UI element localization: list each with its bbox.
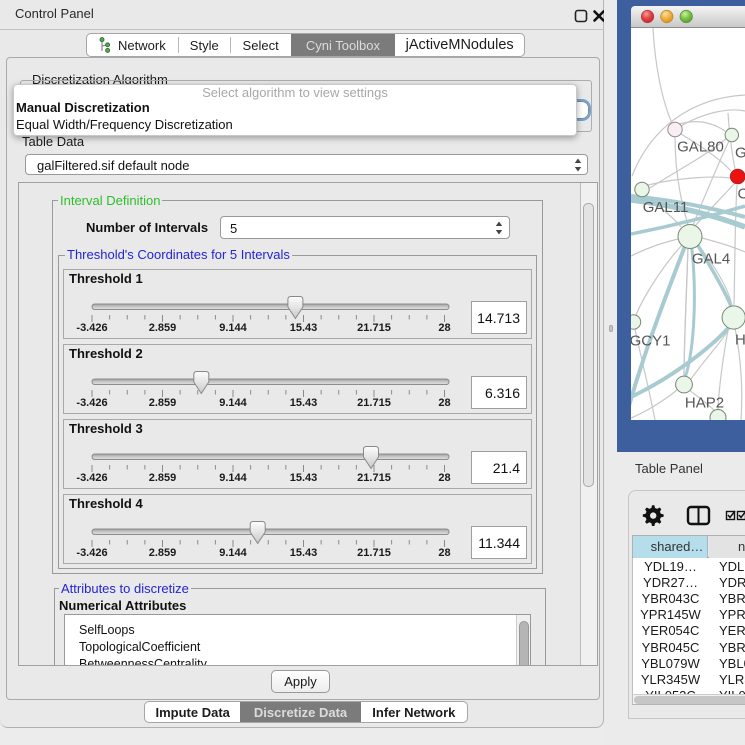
svg-text:2.859: 2.859 [149,397,177,409]
svg-text:GAL4: GAL4 [692,251,730,268]
svg-text:-3.426: -3.426 [76,397,107,409]
svg-text:HIS5: HIS5 [735,332,745,349]
svg-text:GAL80: GAL80 [677,139,724,156]
svg-text:28: 28 [438,547,450,559]
svg-text:28: 28 [438,397,450,409]
svg-text:-3.426: -3.426 [76,547,107,559]
svg-text:GAL2: GAL2 [735,145,745,162]
svg-text:15.43: 15.43 [290,322,318,334]
svg-text:CDC: CDC [738,186,745,203]
svg-text:GAL11: GAL11 [643,199,689,216]
svg-text:15.43: 15.43 [290,472,318,484]
svg-text:28: 28 [438,472,450,484]
svg-text:2.859: 2.859 [149,472,177,484]
svg-text:-3.426: -3.426 [76,322,107,334]
svg-text:9.144: 9.144 [219,322,247,334]
svg-text:21.715: 21.715 [357,472,391,484]
svg-text:HAP2: HAP2 [685,395,724,412]
svg-text:9.144: 9.144 [219,547,247,559]
svg-text:-3.426: -3.426 [76,472,107,484]
svg-text:9.144: 9.144 [219,397,247,409]
svg-text:15.43: 15.43 [290,547,318,559]
svg-text:2.859: 2.859 [149,322,177,334]
svg-text:28: 28 [438,322,450,334]
svg-text:GCY1: GCY1 [631,333,670,350]
svg-text:21.715: 21.715 [357,397,391,409]
svg-text:2.859: 2.859 [149,547,177,559]
svg-text:15.43: 15.43 [290,397,318,409]
svg-text:21.715: 21.715 [357,322,391,334]
svg-text:21.715: 21.715 [357,547,391,559]
svg-text:9.144: 9.144 [219,472,247,484]
